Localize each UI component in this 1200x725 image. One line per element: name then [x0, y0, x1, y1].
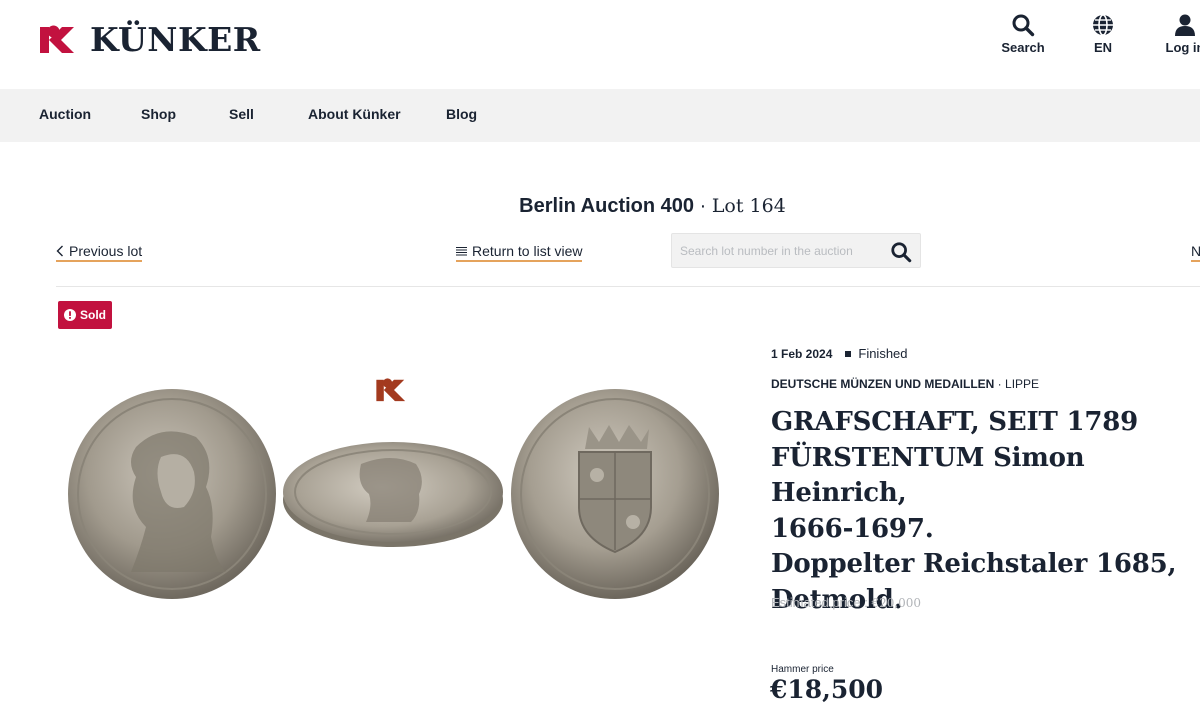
return-to-list-label: Return to list view [472, 243, 583, 259]
previous-lot-link[interactable]: Previous lot [56, 243, 143, 262]
hammer-price-value: €18,500 [770, 675, 884, 704]
info-icon [64, 309, 76, 321]
lot-category: DEUTSCHE MÜNZEN UND MEDAILLEN · LIPPE [771, 377, 1039, 391]
site-header: KÜNKER Search EN Log in [0, 0, 1200, 89]
nav-item-shop[interactable]: Shop [141, 106, 176, 122]
nav-item-sell[interactable]: Sell [229, 106, 254, 122]
login-label: Log in [1165, 40, 1200, 55]
category-main: DEUTSCHE MÜNZEN UND MEDAILLEN [771, 377, 995, 391]
nav-item-blog[interactable]: Blog [446, 106, 477, 122]
status-dot-icon [845, 350, 852, 357]
header-search-label: Search [1001, 40, 1045, 55]
lot-search-box [671, 233, 921, 268]
language-label: EN [1093, 40, 1113, 55]
category-sub: LIPPE [1005, 377, 1040, 391]
nav-item-auction[interactable]: Auction [39, 106, 91, 122]
auction-date: 1 Feb 2024 [771, 346, 833, 361]
kunker-logo[interactable]: KÜNKER [40, 22, 261, 58]
lot-number: Lot 164 [711, 195, 786, 217]
list-icon [456, 247, 467, 256]
coin-reverse-image[interactable] [509, 387, 721, 601]
next-lot-label: N [1191, 243, 1200, 259]
divider [56, 286, 1200, 287]
auction-name: Berlin Auction 400 [519, 195, 695, 217]
globe-icon [1093, 14, 1113, 36]
brand-name: KÜNKER [90, 20, 261, 59]
next-lot-link[interactable]: N [1191, 243, 1200, 262]
lot-meta: 1 Feb 2024 Finished [771, 346, 908, 361]
category-separator: · [994, 377, 1006, 391]
return-to-list-link[interactable]: Return to list view [456, 243, 583, 262]
estimate-value: €20,000 [871, 596, 922, 610]
kunker-logo-icon [40, 25, 74, 53]
sold-badge: Sold [58, 301, 112, 329]
coin-edge-image[interactable] [281, 434, 505, 550]
estimated-price: Estimated price : €20,000 [771, 595, 921, 610]
user-icon [1175, 14, 1195, 36]
chevron-left-icon [56, 245, 63, 257]
lot-search-submit-icon[interactable] [890, 241, 912, 263]
coin-obverse-image[interactable] [66, 387, 278, 601]
login-button[interactable]: Log in [1150, 10, 1200, 55]
main-nav: Auction Shop Sell About Künker Blog [0, 89, 1200, 142]
sold-label: Sold [80, 308, 106, 322]
header-search-button[interactable]: Search [988, 10, 1058, 55]
lot-navigation: Previous lot Return to list view N [0, 232, 1200, 272]
search-icon [1012, 14, 1035, 37]
auction-status: Finished [858, 346, 908, 361]
lot-heading-separator: · [694, 195, 712, 217]
language-switch-button[interactable]: EN [1068, 10, 1138, 55]
previous-lot-label: Previous lot [69, 243, 143, 259]
kunker-watermark-icon [376, 378, 406, 402]
lot-title: GRAFSCHAFT, SEIT 1789 FÜRSTENTUM Simon H… [771, 407, 1177, 615]
lot-search-input[interactable] [680, 242, 880, 260]
estimate-label: Estimated price : [771, 595, 872, 610]
lot-heading: Berlin Auction 400 · Lot 164 [0, 195, 1200, 218]
hammer-price-label: Hammer price [771, 664, 834, 675]
nav-item-about-kunker[interactable]: About Künker [308, 106, 401, 122]
